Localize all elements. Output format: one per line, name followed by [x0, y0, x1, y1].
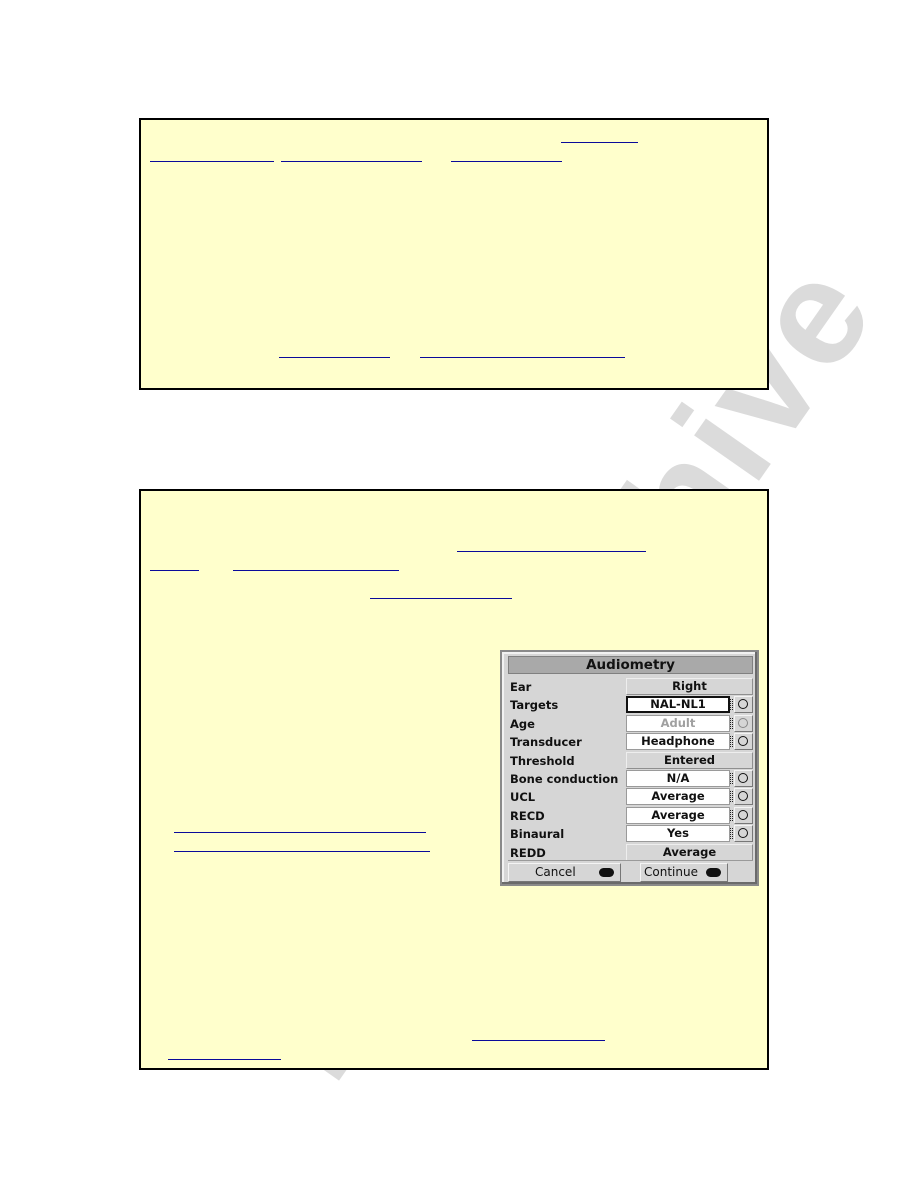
setting-row-binaural: Binaural Yes	[508, 825, 753, 843]
setting-label: Targets	[510, 698, 559, 713]
continue-button[interactable]: Continue	[640, 863, 728, 882]
cancel-button[interactable]: Cancel	[508, 863, 621, 882]
cycle-option-button[interactable]	[734, 788, 753, 806]
grip-icon	[730, 809, 733, 821]
circle-icon	[738, 717, 748, 728]
setting-row-targets: Targets NAL-NL1	[508, 696, 753, 714]
setting-value: Entered	[626, 751, 753, 769]
setting-select[interactable]: N/A	[626, 770, 730, 787]
setting-select[interactable]: Yes	[626, 825, 730, 843]
continue-label: Continue	[644, 865, 698, 879]
grip-icon	[730, 828, 733, 840]
setting-row-age: Age Adult	[508, 714, 753, 733]
setting-select: Adult	[626, 714, 730, 732]
setting-label: REDD	[510, 845, 546, 860]
cycle-option-button[interactable]	[734, 733, 753, 751]
cycle-option-button[interactable]	[734, 825, 753, 843]
circle-icon	[738, 828, 748, 839]
link[interactable]	[168, 1059, 281, 1060]
cancel-label: Cancel	[535, 865, 576, 879]
setting-row-transducer: Transducer Headphone	[508, 733, 753, 751]
grip-icon	[730, 773, 733, 784]
setting-row-threshold: Threshold Entered	[508, 751, 753, 770]
setting-label: UCL	[510, 790, 536, 805]
link[interactable]	[233, 570, 399, 571]
grip-icon	[730, 791, 733, 803]
button-indicator-icon	[599, 868, 614, 877]
setting-select[interactable]: Headphone	[626, 733, 730, 751]
setting-label: Ear	[510, 680, 532, 694]
setting-label: Transducer	[510, 735, 582, 750]
link[interactable]	[174, 832, 426, 833]
setting-row-redd: REDD Average	[508, 843, 753, 862]
setting-select[interactable]: Average	[626, 806, 730, 824]
setting-row-bone-conduction: Bone conduction N/A	[508, 770, 753, 788]
circle-icon	[738, 736, 748, 747]
link[interactable]	[370, 598, 512, 599]
dialog-title: Audiometry	[508, 656, 753, 674]
setting-row-recd: RECD Average	[508, 806, 753, 825]
button-indicator-icon	[706, 868, 721, 877]
audiometry-dialog: Audiometry Ear Right Targets NAL-NL1 Age Adul…	[500, 650, 759, 886]
link[interactable]	[150, 161, 274, 162]
link[interactable]	[420, 357, 625, 358]
link[interactable]	[561, 142, 638, 143]
circle-icon	[738, 809, 748, 820]
link[interactable]	[457, 551, 646, 552]
link[interactable]	[281, 161, 422, 162]
grip-icon	[730, 699, 733, 711]
link[interactable]	[451, 161, 562, 162]
cycle-option-button[interactable]	[734, 770, 753, 787]
circle-icon	[738, 791, 748, 802]
circle-icon	[738, 773, 748, 783]
setting-label: Binaural	[510, 827, 565, 842]
setting-select[interactable]: Average	[626, 788, 730, 806]
setting-select[interactable]: NAL-NL1	[626, 696, 730, 714]
setting-value: Average	[626, 843, 753, 861]
setting-row-ucl: UCL Average	[508, 788, 753, 806]
info-box-top	[139, 118, 769, 390]
setting-label: Threshold	[510, 753, 575, 768]
setting-label: RECD	[510, 808, 545, 823]
setting-label: Age	[510, 716, 535, 731]
link[interactable]	[279, 357, 390, 358]
grip-icon	[730, 736, 733, 748]
setting-label: Bone conduction	[510, 772, 619, 786]
link[interactable]	[150, 570, 199, 571]
cycle-option-button[interactable]	[734, 696, 753, 714]
cycle-option-button	[734, 714, 753, 732]
link[interactable]	[472, 1040, 605, 1041]
grip-icon	[730, 717, 733, 729]
link[interactable]	[174, 851, 430, 852]
cycle-option-button[interactable]	[734, 806, 753, 824]
setting-row-ear: Ear Right	[508, 678, 753, 696]
circle-icon	[738, 699, 748, 710]
setting-value: Right	[626, 678, 753, 695]
dialog-footer: Cancel Continue	[508, 860, 753, 883]
